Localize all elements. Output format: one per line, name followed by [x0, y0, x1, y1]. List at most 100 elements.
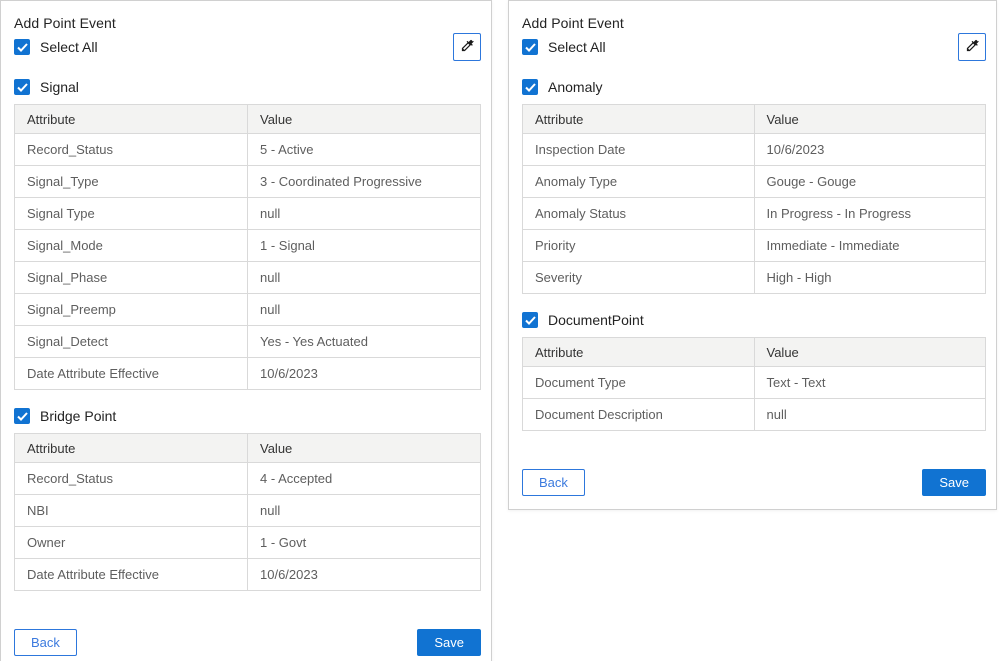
value-cell: 4 - Accepted — [248, 463, 481, 495]
table-row: Document Descriptionnull — [523, 399, 986, 431]
add-point-event-panel-left: Add Point Event Select All Signal Attrib… — [0, 0, 492, 661]
attribute-cell: NBI — [15, 495, 248, 527]
signal-label[interactable]: Signal — [40, 79, 79, 95]
bridge-point-label[interactable]: Bridge Point — [40, 408, 116, 424]
select-all-row: Select All — [14, 33, 481, 61]
value-cell: 1 - Signal — [248, 230, 481, 262]
table-row: Signal_Preempnull — [15, 294, 481, 326]
column-header: Value — [754, 338, 986, 367]
attribute-cell: Signal_Type — [15, 166, 248, 198]
column-header: Attribute — [15, 105, 248, 134]
checkmark-icon — [525, 83, 536, 92]
table-row: Anomaly TypeGouge - Gouge — [523, 166, 986, 198]
value-cell: High - High — [754, 262, 986, 294]
checkmark-icon — [17, 412, 28, 421]
table-row: Date Attribute Effective10/6/2023 — [15, 559, 481, 591]
attribute-cell: Record_Status — [15, 134, 248, 166]
attribute-cell: Priority — [523, 230, 755, 262]
table-row: Record_Status4 - Accepted — [15, 463, 481, 495]
column-header: Attribute — [15, 434, 248, 463]
select-all-checkbox[interactable] — [522, 39, 538, 55]
page-title: Add Point Event — [522, 14, 986, 33]
table-row: NBInull — [15, 495, 481, 527]
anomaly-attribute-table: AttributeValueInspection Date10/6/2023An… — [522, 104, 986, 294]
page: Add Point Event Select All Signal Attrib… — [0, 0, 1000, 661]
table-row: SeverityHigh - High — [523, 262, 986, 294]
value-cell: null — [248, 294, 481, 326]
save-button[interactable]: Save — [922, 469, 986, 496]
select-all-label[interactable]: Select All — [40, 39, 98, 55]
checkmark-icon — [17, 43, 28, 52]
checkmark-icon — [525, 43, 536, 52]
column-header: Attribute — [523, 105, 755, 134]
value-cell: 3 - Coordinated Progressive — [248, 166, 481, 198]
attribute-cell: Signal_Mode — [15, 230, 248, 262]
bridge-point-checkbox[interactable] — [14, 408, 30, 424]
column-header: Attribute — [523, 338, 755, 367]
attribute-cell: Signal_Preemp — [15, 294, 248, 326]
documentpoint-label[interactable]: DocumentPoint — [548, 312, 644, 328]
value-cell: Gouge - Gouge — [754, 166, 986, 198]
value-cell: null — [248, 495, 481, 527]
signal-checkbox[interactable] — [14, 79, 30, 95]
add-point-event-panel-right: Add Point Event Select All Anomaly Attri… — [508, 0, 997, 510]
attribute-cell: Anomaly Status — [523, 198, 755, 230]
select-all-checkbox[interactable] — [14, 39, 30, 55]
section-header-bridge-point: Bridge Point — [14, 405, 481, 427]
eyedropper-button[interactable] — [453, 33, 481, 61]
save-button[interactable]: Save — [417, 629, 481, 656]
attribute-cell: Signal_Detect — [15, 326, 248, 358]
table-row: Signal_DetectYes - Yes Actuated — [15, 326, 481, 358]
attribute-cell: Anomaly Type — [523, 166, 755, 198]
eyedropper-icon — [965, 38, 980, 56]
attribute-cell: Date Attribute Effective — [15, 559, 248, 591]
table-row: Owner1 - Govt — [15, 527, 481, 559]
bridge-point-attribute-table: AttributeValueRecord_Status4 - AcceptedN… — [14, 433, 481, 591]
attribute-cell: Owner — [15, 527, 248, 559]
attribute-cell: Date Attribute Effective — [15, 358, 248, 390]
table-row: Signal_Phasenull — [15, 262, 481, 294]
value-cell: Immediate - Immediate — [754, 230, 986, 262]
back-button[interactable]: Back — [14, 629, 77, 656]
table-row: Signal_Type3 - Coordinated Progressive — [15, 166, 481, 198]
checkmark-icon — [17, 83, 28, 92]
signal-attribute-table: AttributeValueRecord_Status5 - ActiveSig… — [14, 104, 481, 390]
select-all-row: Select All — [522, 33, 986, 61]
value-cell: 10/6/2023 — [248, 559, 481, 591]
select-all-label[interactable]: Select All — [548, 39, 606, 55]
value-cell: Text - Text — [754, 367, 986, 399]
attribute-cell: Document Description — [523, 399, 755, 431]
table-row: Record_Status5 - Active — [15, 134, 481, 166]
value-cell: null — [754, 399, 986, 431]
back-button[interactable]: Back — [522, 469, 585, 496]
select-all-group: Select All — [14, 39, 98, 55]
value-cell: Yes - Yes Actuated — [248, 326, 481, 358]
value-cell: 5 - Active — [248, 134, 481, 166]
section-header-signal: Signal — [14, 76, 481, 98]
table-header-row: AttributeValue — [523, 338, 986, 367]
anomaly-label[interactable]: Anomaly — [548, 79, 602, 95]
value-cell: 10/6/2023 — [754, 134, 986, 166]
attribute-cell: Document Type — [523, 367, 755, 399]
table-header-row: AttributeValue — [523, 105, 986, 134]
checkmark-icon — [525, 316, 536, 325]
attribute-cell: Signal_Phase — [15, 262, 248, 294]
table-header-row: AttributeValue — [15, 434, 481, 463]
column-header: Value — [248, 434, 481, 463]
table-row: Anomaly StatusIn Progress - In Progress — [523, 198, 986, 230]
value-cell: 1 - Govt — [248, 527, 481, 559]
select-all-group: Select All — [522, 39, 606, 55]
column-header: Value — [248, 105, 481, 134]
eyedropper-icon — [460, 38, 475, 56]
eyedropper-button[interactable] — [958, 33, 986, 61]
value-cell: In Progress - In Progress — [754, 198, 986, 230]
table-row: PriorityImmediate - Immediate — [523, 230, 986, 262]
column-header: Value — [754, 105, 986, 134]
table-header-row: AttributeValue — [15, 105, 481, 134]
footer-right: Back Save — [522, 469, 986, 496]
documentpoint-checkbox[interactable] — [522, 312, 538, 328]
anomaly-checkbox[interactable] — [522, 79, 538, 95]
footer-left: Back Save — [14, 629, 481, 656]
table-row: Inspection Date10/6/2023 — [523, 134, 986, 166]
table-row: Document TypeText - Text — [523, 367, 986, 399]
